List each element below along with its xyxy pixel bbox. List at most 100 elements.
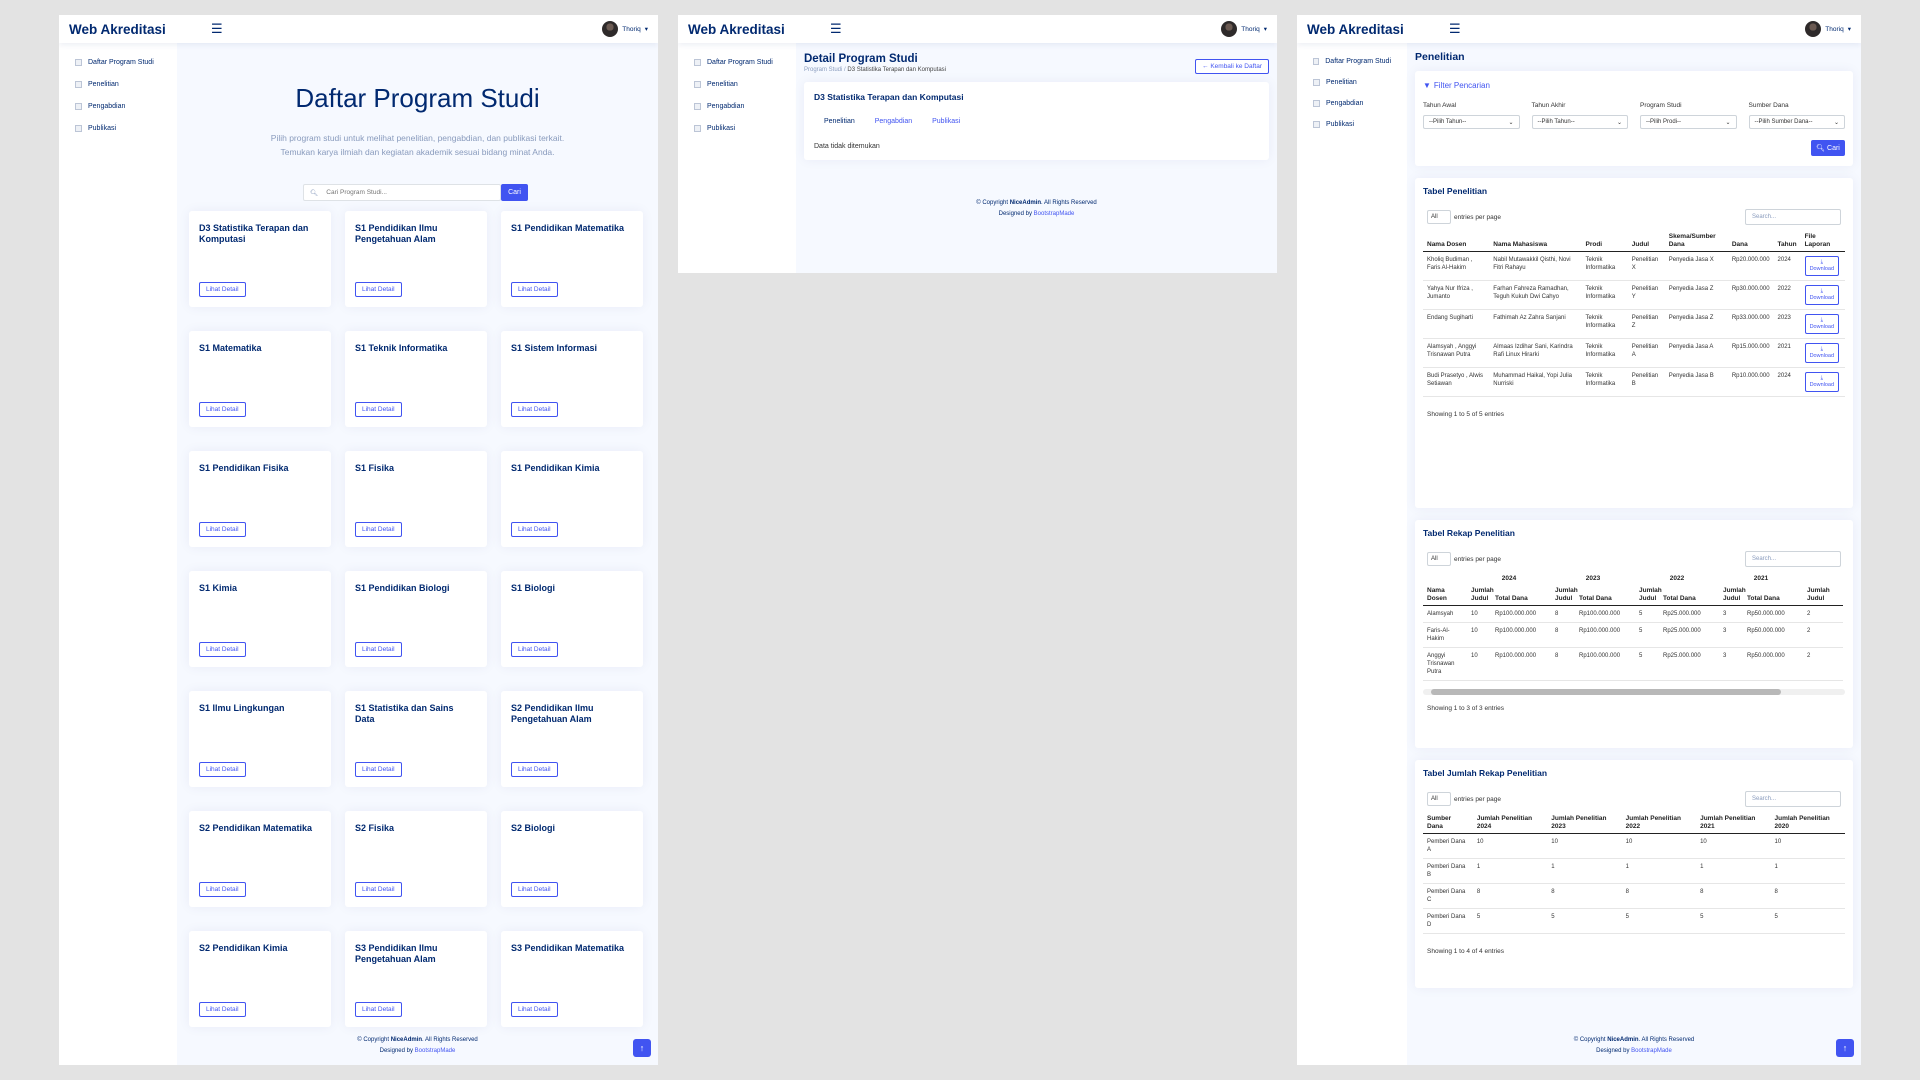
entries-select[interactable]: All xyxy=(1427,792,1451,806)
program-card[interactable]: S1 Kimia Lihat Detail xyxy=(189,571,331,667)
view-detail-button[interactable]: Lihat Detail xyxy=(511,282,558,297)
program-card[interactable]: S1 Ilmu Lingkungan Lihat Detail xyxy=(189,691,331,787)
column-header[interactable]: Jumlah Judul xyxy=(1803,585,1843,606)
designer-link[interactable]: BootstrapMade xyxy=(1631,1048,1672,1054)
sidebar-item-publikasi[interactable]: Publikasi xyxy=(75,117,161,139)
view-detail-button[interactable]: Lihat Detail xyxy=(355,642,402,657)
program-card[interactable]: S1 Matematika Lihat Detail xyxy=(189,331,331,427)
tab-publikasi[interactable]: Publikasi xyxy=(922,114,970,131)
breadcrumb-root[interactable]: Program Studi xyxy=(804,67,842,73)
user-menu[interactable]: Thoriq ▾ xyxy=(1221,21,1267,37)
search-field[interactable]: 🔍︎ xyxy=(303,184,501,201)
view-detail-button[interactable]: Lihat Detail xyxy=(199,522,246,537)
view-detail-button[interactable]: Lihat Detail xyxy=(199,762,246,777)
column-header[interactable]: Dana xyxy=(1727,231,1774,252)
column-header[interactable]: Jumlah Judul xyxy=(1467,585,1494,606)
sidebar-item-publikasi[interactable]: Publikasi xyxy=(694,117,780,139)
program-card[interactable]: D3 Statistika Terapan dan Komputasi Lihat… xyxy=(189,211,331,307)
entries-select[interactable]: All xyxy=(1427,210,1451,224)
scrollbar-thumb[interactable] xyxy=(1431,689,1781,695)
program-card[interactable]: S3 Pendidikan Ilmu Pengetahuan Alam Lihat… xyxy=(345,931,487,1027)
back-to-list-button[interactable]: ← Kembali ke Daftar xyxy=(1195,59,1269,74)
program-card[interactable]: S2 Pendidikan Ilmu Pengetahuan Alam Lihat… xyxy=(501,691,643,787)
filter-search-button[interactable]: 🔍︎ Cari xyxy=(1811,140,1845,156)
download-button[interactable]: ⤓ Download xyxy=(1804,372,1840,392)
search-button[interactable]: Cari xyxy=(501,184,528,201)
sidebar-item-penelitian[interactable]: Penelitian xyxy=(694,73,780,95)
app-logo[interactable]: Web Akreditasi xyxy=(69,22,211,37)
sidebar-item-publikasi[interactable]: Publikasi xyxy=(1313,114,1391,135)
view-detail-button[interactable]: Lihat Detail xyxy=(199,642,246,657)
column-header[interactable]: Jumlah Judul xyxy=(1719,585,1746,606)
column-header[interactable]: Nama Dosen xyxy=(1423,585,1467,606)
view-detail-button[interactable]: Lihat Detail xyxy=(511,762,558,777)
download-button[interactable]: ⤓ Download xyxy=(1804,314,1840,334)
back-to-top-button[interactable]: ↑ xyxy=(633,1039,651,1057)
view-detail-button[interactable]: Lihat Detail xyxy=(355,282,402,297)
table-search-input[interactable]: Search... xyxy=(1745,791,1841,807)
view-detail-button[interactable]: Lihat Detail xyxy=(355,402,402,417)
column-header[interactable]: Skema/Sumber Dana xyxy=(1664,231,1728,252)
column-header[interactable]: Jumlah Judul xyxy=(1551,585,1578,606)
filter-select[interactable]: --Pilih Tahun-- ⌄ xyxy=(1423,115,1520,129)
download-button[interactable]: ⤓ Download xyxy=(1804,285,1840,305)
column-header[interactable]: File Laporan xyxy=(1800,231,1845,252)
column-header[interactable]: Prodi xyxy=(1581,231,1628,252)
sidebar-item-daftar-program-studi[interactable]: Daftar Program Studi xyxy=(694,51,780,73)
filter-select[interactable]: --Pilih Sumber Dana-- ⌄ xyxy=(1748,115,1845,129)
filter-select[interactable]: --Pilih Tahun-- ⌄ xyxy=(1531,115,1628,129)
column-header[interactable]: Total Dana xyxy=(1743,585,1803,606)
download-button[interactable]: ⤓ Download xyxy=(1804,256,1840,276)
view-detail-button[interactable]: Lihat Detail xyxy=(355,882,402,897)
sidebar-item-pengabdian[interactable]: Pengabdian xyxy=(1313,93,1391,114)
column-header[interactable]: Jumlah Penelitian 2020 xyxy=(1770,813,1845,834)
program-card[interactable]: S1 Fisika Lihat Detail xyxy=(345,451,487,547)
column-header[interactable]: Nama Mahasiswa xyxy=(1489,231,1582,252)
designer-link[interactable]: BootstrapMade xyxy=(415,1048,456,1054)
horizontal-scrollbar[interactable] xyxy=(1423,689,1845,695)
sidebar-item-daftar-program-studi[interactable]: Daftar Program Studi xyxy=(1313,51,1391,72)
tab-penelitian[interactable]: Penelitian xyxy=(814,114,865,131)
program-card[interactable]: S3 Pendidikan Matematika Lihat Detail xyxy=(501,931,643,1027)
search-input[interactable] xyxy=(326,189,487,196)
program-card[interactable]: S1 Pendidikan Fisika Lihat Detail xyxy=(189,451,331,547)
entries-select[interactable]: All xyxy=(1427,552,1451,566)
column-header[interactable]: Jumlah Penelitian 2023 xyxy=(1547,813,1622,834)
view-detail-button[interactable]: Lihat Detail xyxy=(199,282,246,297)
view-detail-button[interactable]: Lihat Detail xyxy=(511,642,558,657)
view-detail-button[interactable]: Lihat Detail xyxy=(511,402,558,417)
tab-pengabdian[interactable]: Pengabdian xyxy=(865,114,922,131)
sidebar-item-penelitian[interactable]: Penelitian xyxy=(75,73,161,95)
sidebar-item-penelitian[interactable]: Penelitian xyxy=(1313,72,1391,93)
column-header[interactable]: Jumlah Penelitian 2022 xyxy=(1621,813,1697,834)
view-detail-button[interactable]: Lihat Detail xyxy=(511,522,558,537)
view-detail-button[interactable]: Lihat Detail xyxy=(199,1002,246,1017)
program-card[interactable]: S1 Pendidikan Kimia Lihat Detail xyxy=(501,451,643,547)
view-detail-button[interactable]: Lihat Detail xyxy=(355,1002,402,1017)
program-card[interactable]: S2 Pendidikan Matematika Lihat Detail xyxy=(189,811,331,907)
menu-toggle-icon[interactable]: ☰ xyxy=(830,21,842,37)
column-header[interactable]: Total Dana xyxy=(1575,585,1635,606)
column-header[interactable]: Tahun xyxy=(1773,231,1801,252)
column-header[interactable]: Jumlah Judul xyxy=(1635,585,1662,606)
app-logo[interactable]: Web Akreditasi xyxy=(688,22,830,37)
program-card[interactable]: S1 Statistika dan Sains Data Lihat Detail xyxy=(345,691,487,787)
program-card[interactable]: S1 Biologi Lihat Detail xyxy=(501,571,643,667)
view-detail-button[interactable]: Lihat Detail xyxy=(355,522,402,537)
user-menu[interactable]: Thoriq ▾ xyxy=(602,21,648,37)
program-card[interactable]: S1 Pendidikan Biologi Lihat Detail xyxy=(345,571,487,667)
filter-select[interactable]: --Pilih Prodi-- ⌄ xyxy=(1640,115,1737,129)
column-header[interactable]: Total Dana xyxy=(1659,585,1719,606)
program-card[interactable]: S1 Teknik Informatika Lihat Detail xyxy=(345,331,487,427)
designer-link[interactable]: BootstrapMade xyxy=(1034,211,1075,217)
column-header[interactable]: Judul xyxy=(1627,231,1665,252)
table-search-input[interactable]: Search... xyxy=(1745,209,1841,225)
view-detail-button[interactable]: Lihat Detail xyxy=(511,882,558,897)
table-search-input[interactable]: Search... xyxy=(1745,551,1841,567)
sidebar-item-daftar-program-studi[interactable]: Daftar Program Studi xyxy=(75,51,161,73)
view-detail-button[interactable]: Lihat Detail xyxy=(511,1002,558,1017)
program-card[interactable]: S1 Pendidikan Matematika Lihat Detail xyxy=(501,211,643,307)
sidebar-item-pengabdian[interactable]: Pengabdian xyxy=(694,95,780,117)
column-header[interactable]: Total Dana xyxy=(1491,585,1551,606)
view-detail-button[interactable]: Lihat Detail xyxy=(199,882,246,897)
